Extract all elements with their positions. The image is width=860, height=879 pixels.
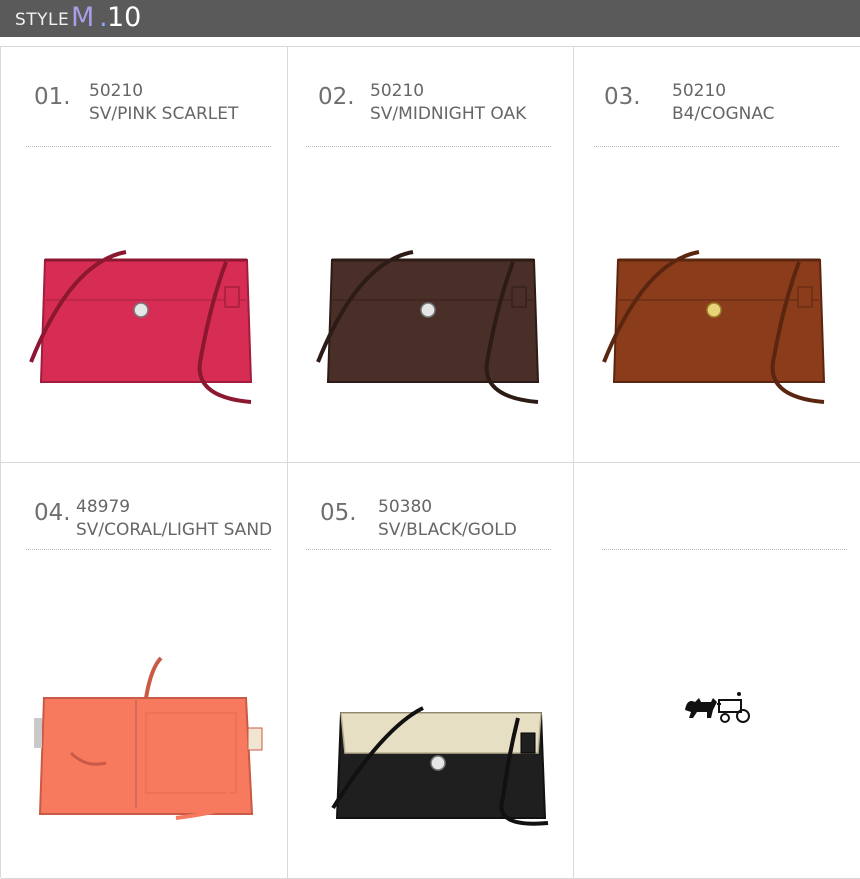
style-number: 10 xyxy=(107,2,142,33)
product-index: 02. xyxy=(318,84,355,110)
product-card[interactable]: 02. 50210 SV/MIDNIGHT OAK xyxy=(288,47,574,463)
divider xyxy=(26,549,271,550)
product-grid: 01. 50210 SV/PINK SCARLET 02. 50210 SV/M… xyxy=(0,46,860,879)
product-code: 50210 xyxy=(89,81,144,101)
product-index: 04. xyxy=(34,500,71,526)
product-code: 50380 xyxy=(378,497,433,517)
divider xyxy=(306,146,551,147)
product-color: SV/PINK SCARLET xyxy=(89,104,239,124)
horse-and-carriage-logo-icon xyxy=(685,692,750,723)
divider xyxy=(306,549,551,550)
product-index: 05. xyxy=(320,500,357,526)
product-card[interactable]: 01. 50210 SV/PINK SCARLET xyxy=(1,47,288,463)
product-image xyxy=(331,706,549,826)
logo-card xyxy=(574,463,860,879)
product-color: B4/COGNAC xyxy=(672,104,775,124)
divider xyxy=(602,549,847,550)
product-code: 50210 xyxy=(370,81,425,101)
style-label: STYLE xyxy=(15,10,70,30)
product-index: 03. xyxy=(604,84,641,110)
product-image xyxy=(316,250,540,404)
product-index: 01. xyxy=(34,84,71,110)
product-image xyxy=(34,656,263,820)
product-card[interactable]: 05. 50380 SV/BLACK/GOLD xyxy=(288,463,574,879)
product-card[interactable]: 04. 48979 SV/CORAL/LIGHT SAND xyxy=(1,463,288,879)
product-color: SV/MIDNIGHT OAK xyxy=(370,104,527,124)
product-image xyxy=(29,250,253,404)
product-code: 48979 xyxy=(76,497,131,517)
divider xyxy=(594,146,839,147)
divider xyxy=(26,146,271,147)
product-image xyxy=(602,250,826,404)
product-color: SV/CORAL/LIGHT SAND xyxy=(76,520,273,540)
product-card[interactable]: 03. 50210 B4/COGNAC xyxy=(574,47,860,463)
page-header: STYLE M . 10 xyxy=(0,0,860,37)
product-color: SV/BLACK/GOLD xyxy=(378,520,517,540)
product-code: 50210 xyxy=(672,81,727,101)
style-letter: M xyxy=(71,2,95,33)
